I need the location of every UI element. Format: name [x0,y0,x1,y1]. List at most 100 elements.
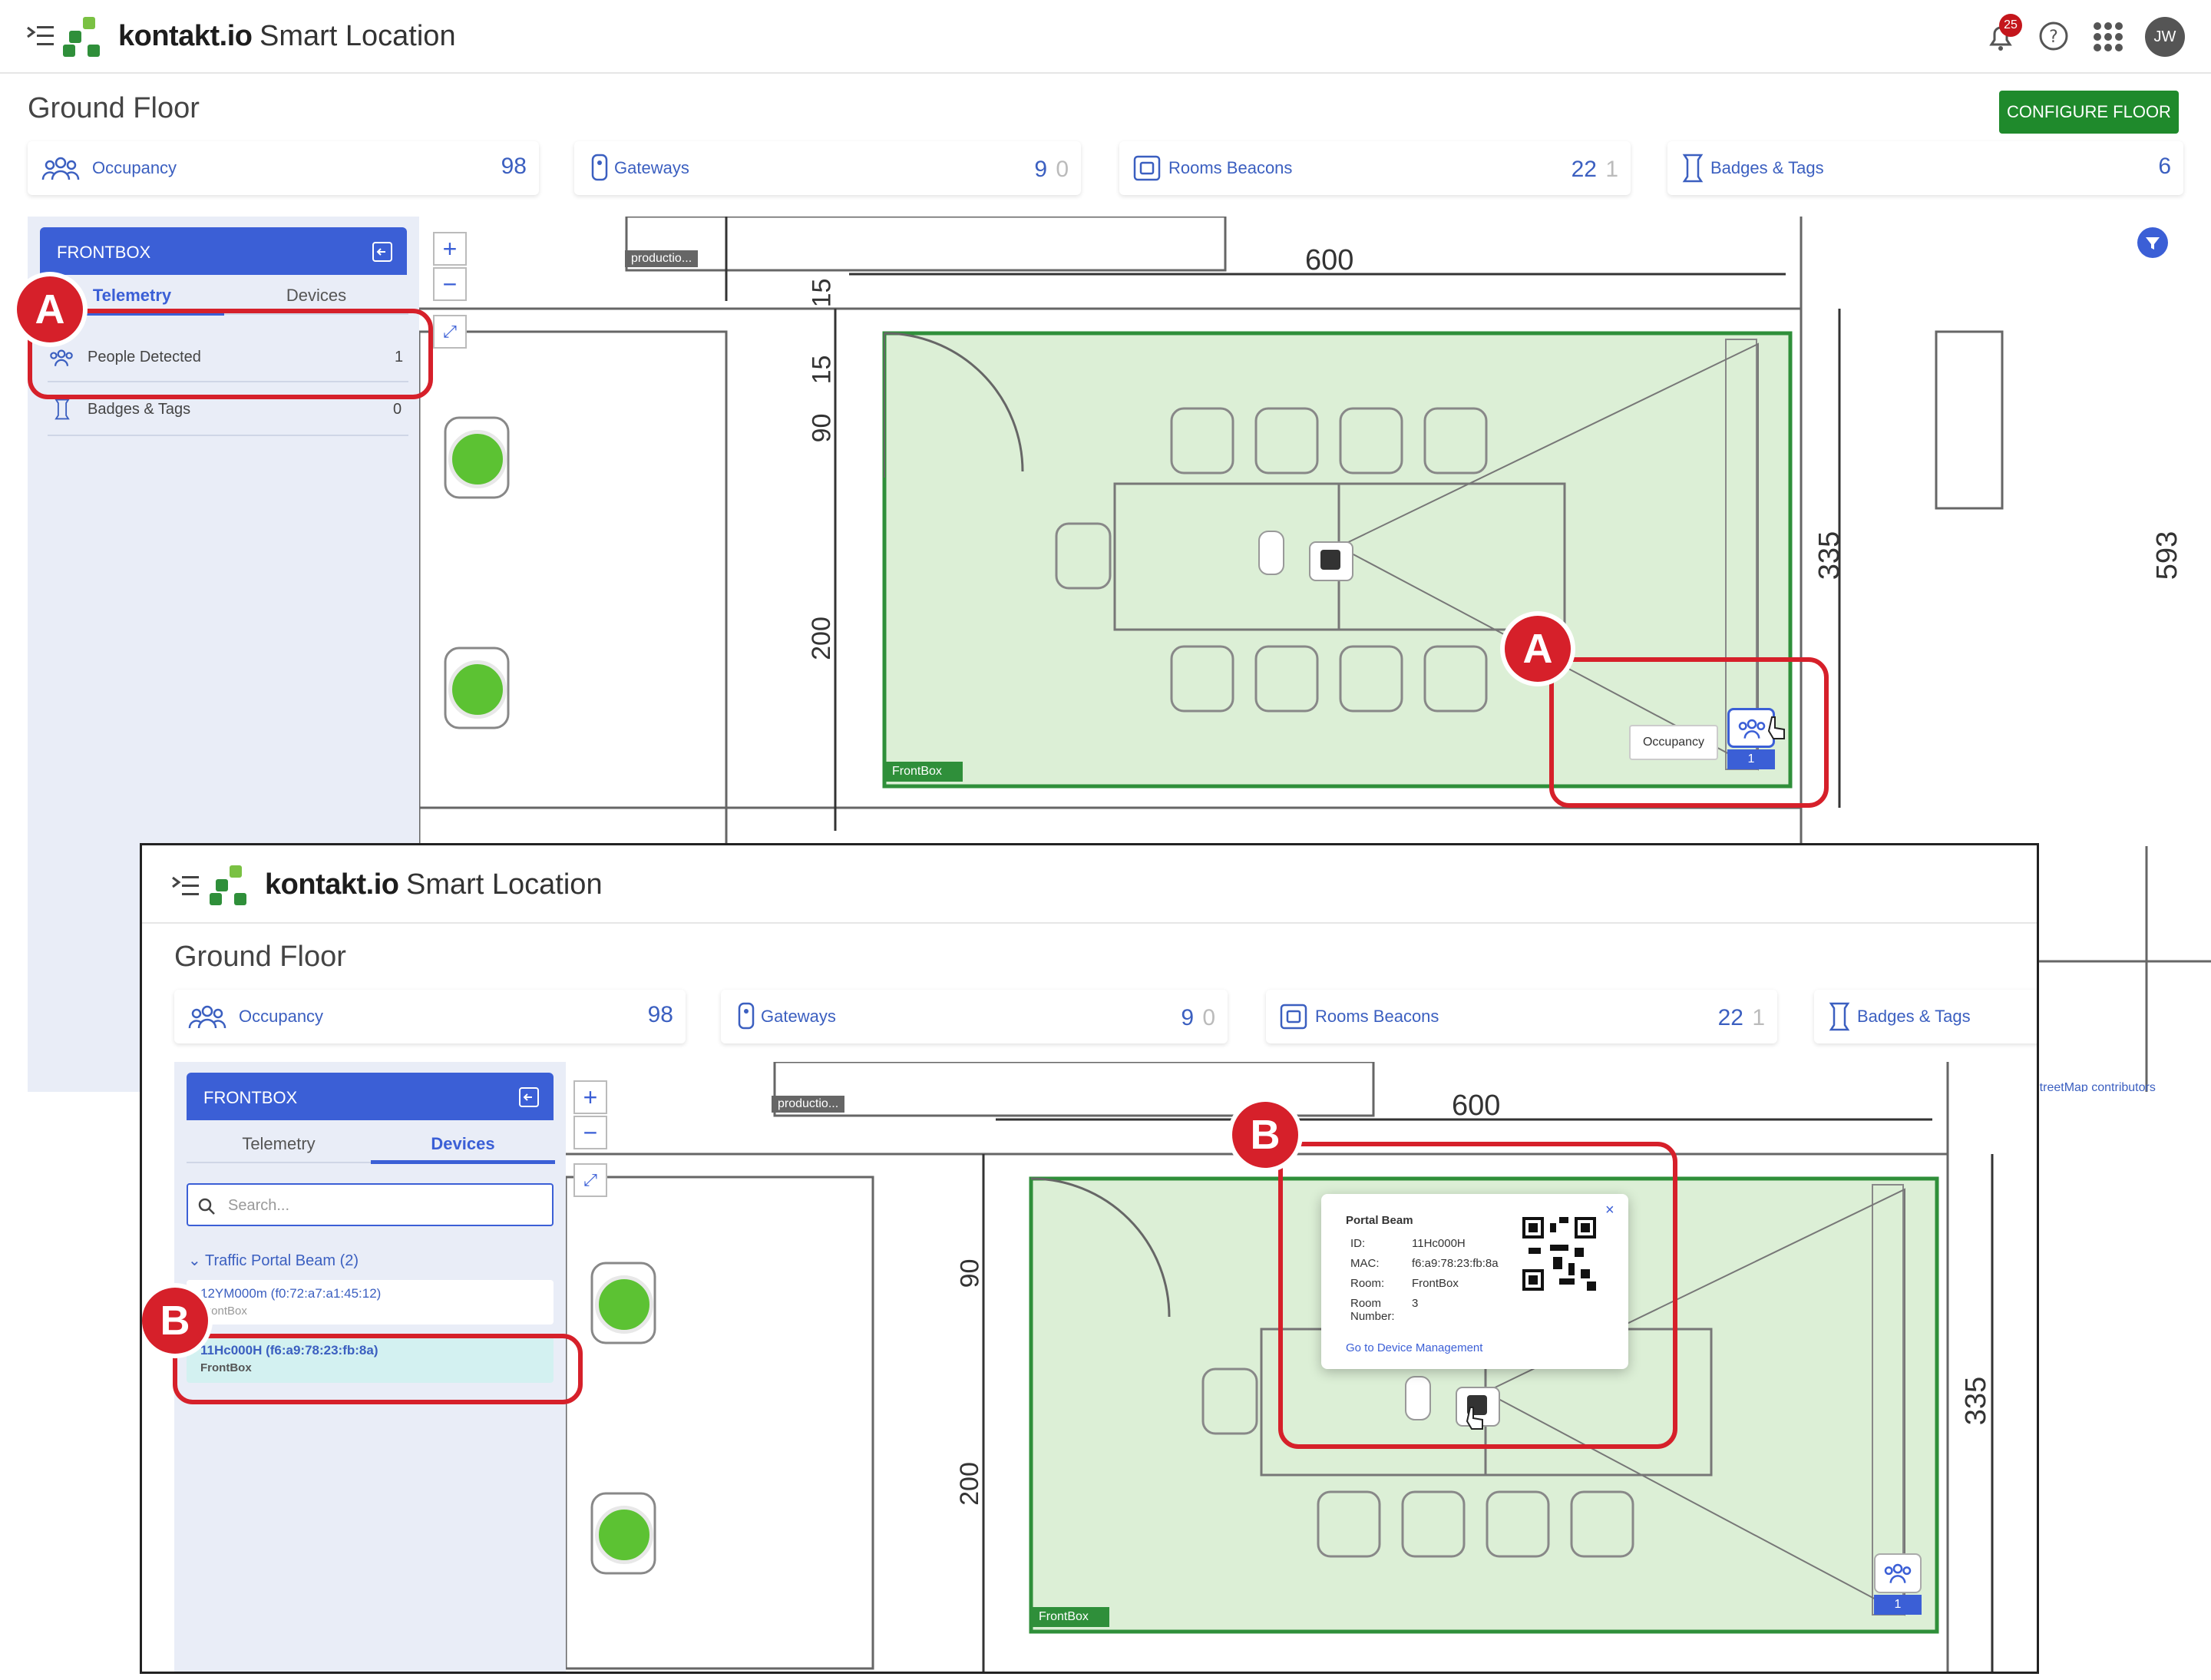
zoom-in-button[interactable]: + [433,232,467,266]
people-icon [188,1005,226,1029]
panel-header: FRONTBOX [187,1073,554,1120]
badges-tags-value: 0 [393,401,402,418]
occupancy-value: 98 [501,154,527,179]
beacons-offline: 1 [1752,1005,1765,1030]
people-icon [41,157,80,180]
divider [48,435,408,436]
badges-label: Badges & Tags [1710,158,1824,177]
dimension-label: 600 [1305,244,1354,276]
tab-telemetry[interactable]: Telemetry [187,1134,371,1154]
rooms-beacons-card[interactable]: Rooms Beacons 22 1 [1266,990,1777,1043]
beacons-online: 22 [1571,157,1597,182]
product-name: Smart Location [406,868,603,901]
device-list-item[interactable]: 12YM000m (f0:72:a7:a1:45:12) FrontBox [187,1280,554,1324]
dimension-label: 335 [1813,531,1846,580]
kontakt-logo [63,17,100,57]
occupancy-value: 98 [647,1002,673,1027]
device-name: 12YM000m (f0:72:a7:a1:45:12) [200,1286,382,1301]
menu-icon[interactable] [170,873,200,899]
apps-grid-icon[interactable] [2093,21,2123,52]
occupancy-card[interactable]: Occupancy 98 [174,990,686,1043]
badges-card[interactable]: Badges & Tags [1814,990,2037,1043]
brand-name: kontakt.io [265,868,399,901]
person-marker[interactable] [448,430,507,488]
page-title: Ground Floor [28,92,200,124]
help-icon[interactable]: ? [2037,20,2070,52]
frontbox-room-label[interactable]: FrontBox [1033,1607,1109,1627]
zoom-out-button[interactable]: − [573,1116,607,1149]
device-group-toggle[interactable]: ⌄ Traffic Portal Beam (2) [188,1251,359,1270]
rooms-beacons-card[interactable]: Rooms Beacons 22 1 [1119,141,1631,195]
device-search-field[interactable]: Search... [187,1183,554,1226]
map-attribution[interactable]: StreetMap contributors [2031,1081,2156,1092]
notification-badge: 25 [1999,14,2022,37]
divider [187,1162,371,1163]
menu-icon[interactable] [25,23,55,49]
brand-name: kontakt.io [118,20,253,52]
occupancy-count: 1 [1874,1595,1922,1615]
badges-value: 6 [2158,154,2171,179]
dimension-label: 335 [1960,1376,1993,1426]
callout-badge-b: B [142,1288,208,1354]
tab-devices[interactable]: Devices [224,286,408,306]
dimension-label: 200 [954,1462,984,1506]
occupancy-sensor-marker[interactable] [1874,1553,1922,1593]
collapse-icon[interactable] [518,1086,540,1108]
top-bar: kontakt.io Smart Location 25 ? JW [0,0,2211,74]
page-title: Ground Floor [174,941,346,973]
panel-title: FRONTBOX [57,243,151,262]
dimension-label: 15 [807,278,837,308]
dimension-label: 600 [1452,1090,1501,1122]
screenshot-devices: kontakt.io Smart Location Ground Floor O… [140,843,2039,1674]
gateway-icon [591,154,608,181]
person-marker[interactable] [448,660,507,719]
gateways-offline: 0 [1202,1005,1215,1030]
callout-a-map [1549,657,1829,808]
badge-icon [1682,154,1704,183]
gateways-online: 9 [1034,157,1047,182]
beacon-icon [1280,1004,1307,1030]
configure-floor-button[interactable]: CONFIGURE FLOOR [1999,91,2179,134]
fullscreen-button[interactable]: ⤢ [433,315,467,349]
gateways-label: Gateways [614,158,689,177]
person-marker[interactable] [595,1275,653,1334]
device-group-label: Traffic Portal Beam (2) [204,1252,359,1269]
top-bar: kontakt.io Smart Location [142,845,2037,924]
callout-badge-b: B [1232,1102,1298,1168]
badges-label: Badges & Tags [1857,1007,1971,1026]
search-placeholder: Search... [228,1197,290,1214]
callout-badge-a: A [17,276,83,342]
person-marker[interactable] [595,1506,653,1564]
zoom-in-button[interactable]: + [573,1080,607,1114]
filter-icon[interactable] [2137,227,2168,258]
collapse-icon[interactable] [372,241,393,263]
gateways-card[interactable]: Gateways 9 0 [721,990,1228,1043]
product-name: Smart Location [259,20,456,52]
panel-title: FRONTBOX [203,1088,298,1107]
gateways-offline: 0 [1056,157,1069,182]
callout-b-map [1278,1142,1677,1449]
gateway-icon [738,1002,755,1030]
fullscreen-button[interactable]: ⤢ [573,1163,607,1197]
frontbox-room-label[interactable]: FrontBox [886,762,963,782]
gateways-card[interactable]: Gateways 9 0 [574,141,1081,195]
active-tab-indicator [371,1160,555,1164]
tab-devices[interactable]: Devices [371,1134,555,1154]
badges-card[interactable]: Badges & Tags 6 [1667,141,2183,195]
occupancy-label: Occupancy [239,1007,324,1026]
dimension-label: 15 [807,355,837,385]
occupancy-card[interactable]: Occupancy 98 [28,141,539,195]
dimension-label: 90 [955,1258,985,1288]
beacons-label: Rooms Beacons [1315,1007,1439,1026]
beacons-label: Rooms Beacons [1168,158,1293,177]
search-icon [198,1198,215,1215]
people-icon [1884,1563,1912,1583]
avatar[interactable]: JW [2145,17,2185,57]
zoom-out-button[interactable]: − [433,267,467,301]
dimension-label: 90 [807,413,837,443]
chevron-down-icon: ⌄ [188,1252,201,1269]
dimension-label: 200 [806,617,836,660]
production-room-label: productio... [625,250,699,267]
beacons-online: 22 [1717,1005,1743,1030]
gateways-online: 9 [1181,1005,1194,1030]
